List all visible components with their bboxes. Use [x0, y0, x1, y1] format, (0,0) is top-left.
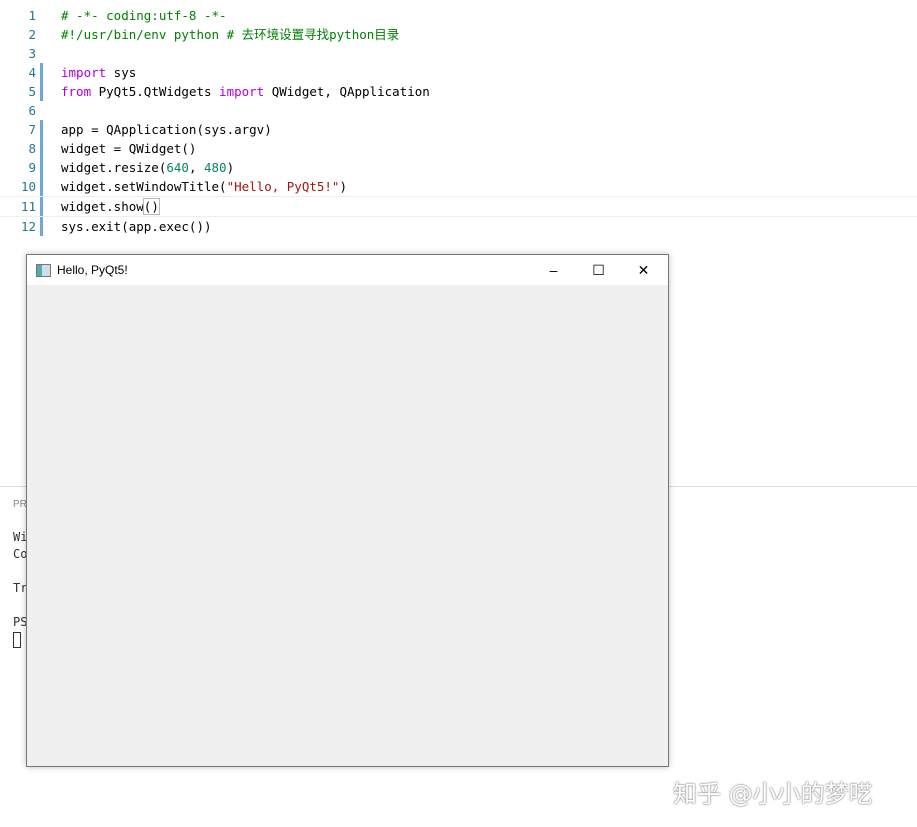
modified-indicator [40, 217, 43, 236]
code-token: widget.show [61, 199, 144, 214]
code-text: widget.resize(640, 480) [61, 158, 234, 177]
code-line[interactable]: 12 sys.exit(app.exec()) [0, 217, 917, 236]
code-line[interactable]: 6 [0, 101, 917, 120]
maximize-button[interactable]: ☐ [576, 255, 621, 285]
code-text: import sys [61, 63, 136, 82]
modified-indicator [40, 139, 43, 158]
line-number: 5 [28, 84, 36, 99]
line-number: 9 [28, 160, 36, 175]
code-text: from PyQt5.QtWidgets import QWidget, QAp… [61, 82, 430, 101]
code-token: 480 [204, 160, 227, 175]
code-line[interactable]: 5 from PyQt5.QtWidgets import QWidget, QA… [0, 82, 917, 101]
line-number: 2 [28, 27, 36, 42]
code-token: from [61, 84, 92, 99]
code-token: PyQt5.QtWidgets [91, 84, 220, 99]
code-text: app = QApplication(sys.argv) [61, 120, 272, 139]
code-line[interactable]: 10 widget.setWindowTitle("Hello, PyQt5!") [0, 177, 917, 196]
line-number: 12 [20, 219, 36, 234]
modified-indicator [40, 82, 43, 101]
code-text: widget.show() [61, 197, 160, 216]
code-token: , [188, 160, 204, 175]
line-number: 7 [28, 122, 36, 137]
line-number: 11 [20, 199, 36, 214]
code-token: QWidget, QApplication [264, 84, 430, 99]
line-number: 1 [28, 8, 36, 23]
code-line[interactable]: 3 [0, 44, 917, 63]
modified-indicator [40, 63, 43, 82]
code-line[interactable]: 1 # -*- coding:utf-8 -*- [0, 6, 917, 25]
modified-indicator [40, 177, 43, 196]
code-token: #!/usr/bin/env python # 去环境设置寻找python目录 [61, 27, 400, 42]
line-number: 8 [28, 141, 36, 156]
code-token: sys.exit(app.exec()) [61, 219, 212, 234]
code-text: widget = QWidget() [61, 139, 196, 158]
watermark: 知乎 @小小的梦呓 [673, 780, 873, 808]
code-text: sys.exit(app.exec()) [61, 217, 212, 236]
app-icon [36, 264, 51, 277]
line-number: 3 [28, 46, 36, 61]
modified-indicator [40, 120, 43, 139]
code-token: widget.setWindowTitle( [61, 179, 227, 194]
terminal-tab[interactable]: PR [13, 499, 27, 510]
close-button[interactable]: ✕ [621, 255, 666, 285]
code-text: # -*- coding:utf-8 -*- [61, 6, 227, 25]
code-token: import [61, 65, 107, 80]
code-line[interactable]: 4 import sys [0, 63, 917, 82]
line-number: 10 [20, 179, 36, 194]
modified-indicator [40, 197, 43, 216]
code-token: import [219, 84, 265, 99]
window-titlebar[interactable]: Hello, PyQt5! – ☐ ✕ [27, 255, 668, 285]
modified-indicator [40, 158, 43, 177]
code-token: sys [106, 65, 137, 80]
code-line[interactable]: 9 widget.resize(640, 480) [0, 158, 917, 177]
code-token: widget = QWidget() [61, 141, 197, 156]
code-line[interactable]: 2 #!/usr/bin/env python # 去环境设置寻找python目录 [0, 25, 917, 44]
code-token: # -*- coding:utf-8 -*- [61, 8, 227, 23]
code-token: app = QApplication(sys.argv) [61, 122, 272, 137]
code-token: ) [226, 160, 235, 175]
code-line[interactable]: 8 widget = QWidget() [0, 139, 917, 158]
code-text: #!/usr/bin/env python # 去环境设置寻找python目录 [61, 25, 399, 44]
code-text: widget.setWindowTitle("Hello, PyQt5!") [61, 177, 347, 196]
code-token: "Hello, PyQt5!" [226, 179, 340, 194]
code-line[interactable]: 11 widget.show() [0, 196, 917, 217]
line-number: 6 [28, 103, 36, 118]
code-token: () [142, 198, 160, 215]
terminal-cursor [13, 632, 21, 648]
code-token: ) [339, 179, 347, 194]
pyqt-window[interactable]: Hello, PyQt5! – ☐ ✕ [26, 254, 669, 767]
code-line[interactable]: 7 app = QApplication(sys.argv) [0, 120, 917, 139]
code-token: widget.resize( [61, 160, 167, 175]
code-editor[interactable]: 1 # -*- coding:utf-8 -*- 2 #!/usr/bin/env p… [0, 6, 917, 236]
minimize-button[interactable]: – [531, 255, 576, 285]
line-number: 4 [28, 65, 36, 80]
window-title: Hello, PyQt5! [57, 263, 128, 277]
code-token: 640 [166, 160, 189, 175]
